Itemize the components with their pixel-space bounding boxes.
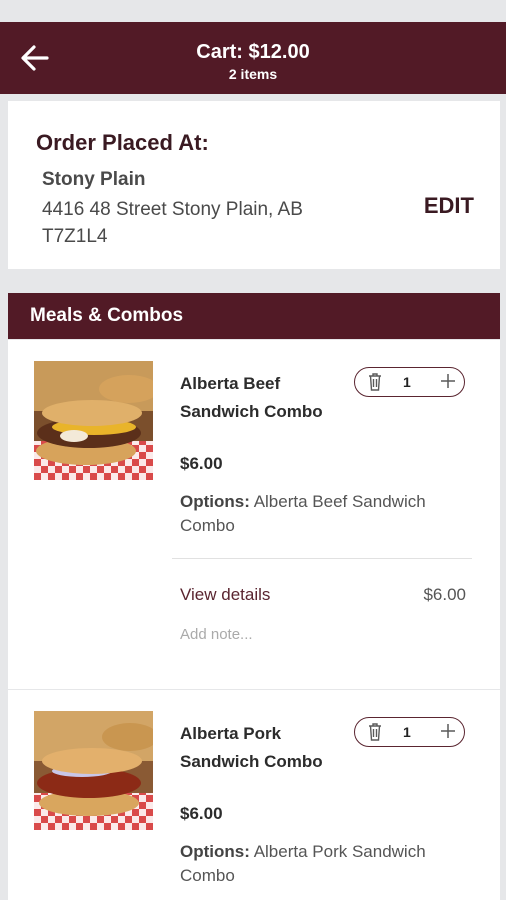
store-address: 4416 48 Street Stony Plain, AB T7Z1L4 [42,199,303,247]
item-image-beef-sandwich [34,361,153,480]
order-location-card: Order Placed At: Stony Plain 4416 48 Str… [8,101,500,269]
quantity-stepper[interactable]: 1 [354,367,465,397]
item-name: Alberta Pork Sandwich Combo [180,724,323,771]
item-image-pork-sandwich [34,711,153,830]
section-title: Meals & Combos [30,305,184,326]
edit-location-button[interactable]: EDIT [424,193,474,219]
item-divider [172,558,472,559]
quantity-value: 1 [403,374,411,390]
cart-item-count: 2 items [228,66,278,82]
cart-total-title: Cart: $12.00 [196,41,310,63]
line-price: $6.00 [423,585,466,604]
trash-icon[interactable] [367,722,383,742]
cart-item: Alberta Beef Sandwich Combo 1 $6.00 Opti… [8,340,500,689]
order-placed-label: Order Placed At: [36,130,209,155]
plus-icon[interactable] [439,371,457,391]
section-header: Meals & Combos [8,293,500,339]
plus-icon[interactable] [439,721,457,741]
cart-item: Alberta Pork Sandwich Combo 1 $6.00 Opti… [8,690,500,900]
trash-icon[interactable] [367,372,383,392]
item-options: Options: Alberta Beef Sandwich Combo [180,490,470,538]
item-price: $6.00 [180,804,223,823]
options-label: Options: [180,842,250,861]
options-label: Options: [180,492,250,511]
view-details-link[interactable]: View details [180,585,270,605]
item-name: Alberta Beef Sandwich Combo [180,374,323,421]
app-header: Cart: $12.00 2 items [0,22,506,94]
store-name: Stony Plain [42,169,146,190]
quantity-value: 1 [403,724,411,740]
add-note-input[interactable]: Add note... [180,626,253,643]
item-options: Options: Alberta Pork Sandwich Combo [180,840,470,888]
quantity-stepper[interactable]: 1 [354,717,465,747]
item-price: $6.00 [180,454,223,473]
